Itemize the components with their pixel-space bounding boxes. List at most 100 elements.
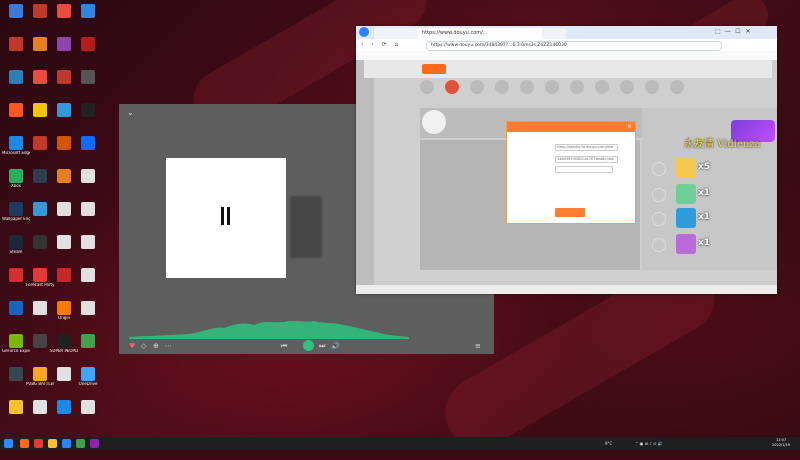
app-icon — [57, 301, 71, 315]
gift-row: x1 — [650, 184, 778, 206]
close-icon[interactable]: ✕ — [743, 28, 753, 36]
desktop-icon[interactable] — [74, 334, 102, 366]
app-icon — [81, 400, 95, 414]
pause-icon[interactable] — [221, 207, 231, 225]
weather-status[interactable]: 9°C — [605, 439, 612, 448]
desktop-icon[interactable] — [74, 400, 102, 432]
taskbar-app-icon[interactable] — [20, 439, 29, 448]
site-logo[interactable] — [422, 64, 446, 74]
clock[interactable]: 12:07 2022/1/19 — [772, 438, 790, 448]
category-icon[interactable] — [645, 80, 659, 94]
playlist-icon[interactable]: ≡ — [475, 341, 481, 351]
gift-row: x1 — [650, 234, 778, 256]
tab-1[interactable] — [374, 28, 422, 39]
prev-icon[interactable]: ⏮ — [281, 341, 287, 351]
app-icon — [81, 103, 95, 117]
tray-icons[interactable]: ⌃ ▣ ⊞ ♪ ⊙ 🔊 — [635, 439, 663, 448]
app-icon — [9, 334, 23, 348]
start-icon[interactable] — [4, 439, 13, 448]
category-icon[interactable] — [595, 80, 609, 94]
desktop-icons: Microsoft EdgeXboxWallpaper EngineSteamF… — [0, 0, 110, 437]
taskbar-app-icon[interactable] — [90, 439, 99, 448]
category-icon[interactable] — [445, 80, 459, 94]
app-icon — [33, 169, 47, 183]
gift-ring-icon — [652, 188, 666, 202]
app-icon — [33, 37, 47, 51]
chevron-down-icon[interactable]: ⌄ — [127, 109, 135, 117]
app-icon — [57, 334, 71, 348]
desktop-icon[interactable] — [74, 4, 102, 36]
app-icon — [57, 103, 71, 117]
desktop-icon[interactable] — [74, 235, 102, 267]
category-icon[interactable] — [420, 80, 434, 94]
app-icon — [57, 136, 71, 150]
app-icon — [9, 400, 23, 414]
desktop-icon[interactable] — [74, 202, 102, 234]
browser-status-bar — [356, 285, 777, 294]
play-pause-button[interactable] — [303, 340, 314, 351]
stream-key-field[interactable]: 3484397rf0B1CAL7E7boddc/dxs — [555, 156, 618, 163]
like-icon[interactable]: ♥ — [129, 341, 135, 351]
app-icon — [9, 37, 23, 51]
category-icon[interactable] — [570, 80, 584, 94]
add-icon[interactable]: ⊕ — [153, 341, 159, 351]
tab-3[interactable] — [542, 28, 566, 39]
volume-icon[interactable]: 🔊 — [331, 341, 340, 351]
app-icon — [81, 301, 95, 315]
app-icon — [57, 70, 71, 84]
app-icon — [57, 235, 71, 249]
desktop-icon-label: OneDrive — [78, 382, 98, 386]
desktop-icon[interactable] — [74, 37, 102, 69]
category-icon[interactable] — [470, 80, 484, 94]
app-icon — [57, 202, 71, 216]
app-icon — [81, 37, 95, 51]
overlay-title: 永友情 Vidienza — [684, 139, 761, 150]
collect-icon[interactable]: ◇ — [141, 341, 146, 351]
close-icon[interactable]: × — [627, 122, 632, 132]
desktop-icon[interactable] — [74, 136, 102, 168]
category-icon[interactable] — [495, 80, 509, 94]
minimize-icon[interactable]: — — [723, 28, 733, 36]
category-icon[interactable] — [545, 80, 559, 94]
app-icon — [33, 103, 47, 117]
desktop-icon[interactable] — [74, 70, 102, 102]
app-icon — [81, 334, 95, 348]
category-icon[interactable] — [620, 80, 634, 94]
app-icon — [33, 4, 47, 18]
gift-image — [676, 234, 696, 254]
gift-image — [676, 184, 696, 204]
app-icon — [81, 4, 95, 18]
desktop-icon[interactable] — [74, 103, 102, 135]
gift-row: x5 — [650, 158, 778, 180]
desktop-icon[interactable] — [74, 301, 102, 333]
app-icon — [57, 268, 71, 282]
maximize-icon[interactable]: ☐ — [733, 28, 743, 36]
site-header — [364, 60, 772, 78]
more-icon[interactable]: ⋯ — [165, 341, 172, 351]
tab-2[interactable]: https://www.douyu.com/... — [418, 28, 546, 39]
window-buttons: ⬚ — ☐ ✕ — [713, 28, 773, 37]
category-icon[interactable] — [670, 80, 684, 94]
app-icon — [33, 367, 47, 381]
url-input[interactable]: https://www.douyu.com/3484397?...6:3:0ms… — [426, 41, 722, 51]
taskbar-app-icon[interactable] — [48, 439, 57, 448]
category-icon[interactable] — [520, 80, 534, 94]
confirm-button[interactable] — [555, 208, 585, 217]
app-icon — [9, 235, 23, 249]
nav-buttons[interactable]: ‹ › ⟳ ⌂ — [361, 41, 401, 48]
select-field[interactable] — [555, 166, 613, 173]
app-icon — [33, 235, 47, 249]
avatar[interactable] — [422, 110, 446, 134]
taskbar-app-icon[interactable] — [76, 439, 85, 448]
desktop-icon[interactable]: OneDrive — [74, 367, 102, 399]
desktop-icon[interactable] — [74, 268, 102, 300]
next-icon[interactable]: ⏭ — [319, 341, 325, 351]
rtmp-url-field[interactable]: rtmp://sendtc3a.douyu.com/live — [555, 144, 618, 151]
app-icon — [9, 202, 23, 216]
desktop-icon[interactable] — [74, 169, 102, 201]
restore-icon[interactable]: ⬚ — [713, 28, 723, 36]
taskbar-app-icon[interactable] — [62, 439, 71, 448]
taskbar: 9°C ⌃ ▣ ⊞ ♪ ⊙ 🔊 12:07 2022/1/19 — [0, 437, 800, 450]
taskbar-app-icon[interactable] — [34, 439, 43, 448]
gift-ring-icon — [652, 212, 666, 226]
